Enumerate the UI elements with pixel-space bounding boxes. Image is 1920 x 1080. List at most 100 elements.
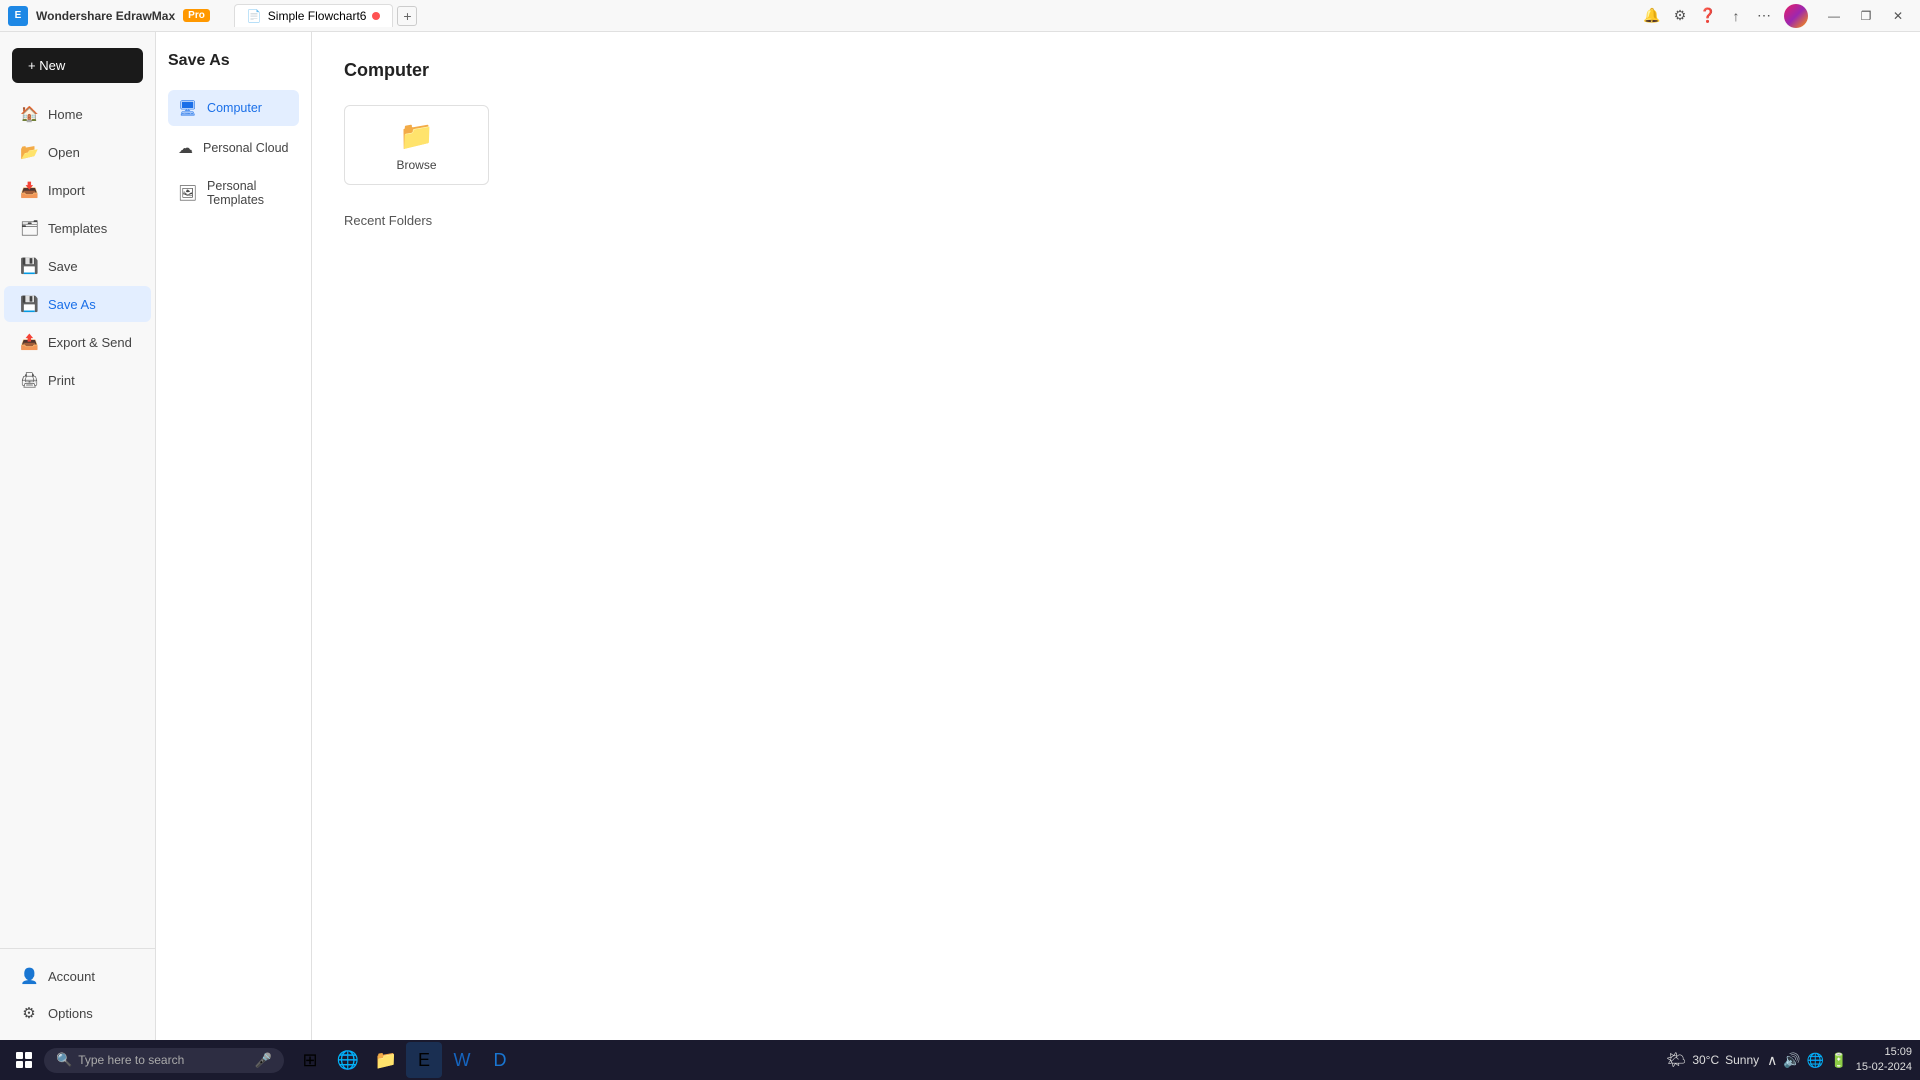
sidebar-item-open[interactable]: 📂 Open xyxy=(4,134,151,170)
sidebar-label-save: Save xyxy=(48,259,78,274)
sidebar: + New 🏠 Home 📂 Open 📥 Import 🗂 Templates… xyxy=(0,32,156,1040)
share-icon[interactable]: ↑ xyxy=(1728,8,1744,24)
save-as-icon: 💾 xyxy=(20,295,38,313)
open-icon: 📂 xyxy=(20,143,38,161)
restore-button[interactable]: ❐ xyxy=(1852,2,1880,30)
options-icon: ⚙ xyxy=(20,1004,38,1022)
sidebar-item-import[interactable]: 📥 Import xyxy=(4,172,151,208)
weather-icon: 🌤 xyxy=(1666,1050,1686,1070)
sidebar-label-home: Home xyxy=(48,107,83,122)
clock-date: 15-02-2024 xyxy=(1856,1060,1912,1075)
computer-icon: 🖥 xyxy=(178,99,197,117)
sidebar-item-export[interactable]: 📤 Export & Send xyxy=(4,324,151,360)
tab-icon: 📄 xyxy=(247,9,262,23)
print-icon: 🖨 xyxy=(20,371,38,389)
taskbar-explorer[interactable]: 📁 xyxy=(368,1042,404,1078)
sidebar-label-templates: Templates xyxy=(48,221,107,236)
window-controls: — ❐ ✕ xyxy=(1820,2,1912,30)
taskbar-task-view[interactable]: ⊞ xyxy=(292,1042,328,1078)
sidebar-label-import: Import xyxy=(48,183,85,198)
taskbar-right: 🌤 30°C Sunny ∧ 🔊 🌐 🔋 15:09 15-02-2024 xyxy=(1666,1045,1912,1076)
account-icon: 👤 xyxy=(20,967,38,985)
save-option-personal-cloud[interactable]: ☁ Personal Cloud xyxy=(168,130,299,166)
sidebar-item-account[interactable]: 👤 Account xyxy=(4,958,151,994)
more-icon[interactable]: ⋯ xyxy=(1756,8,1772,24)
tab-label: Simple Flowchart6 xyxy=(268,9,367,23)
weather-widget: 🌤 30°C Sunny xyxy=(1666,1050,1759,1070)
help-icon[interactable]: ❓ xyxy=(1700,8,1716,24)
search-placeholder-text: Type here to search xyxy=(78,1053,184,1067)
tab-flowchart[interactable]: 📄 Simple Flowchart6 xyxy=(234,4,394,27)
volume-icon[interactable]: 🔊 xyxy=(1783,1052,1800,1069)
save-option-personal-templates[interactable]: 🖼 Personal Templates xyxy=(168,170,299,216)
pro-badge: Pro xyxy=(183,9,210,22)
sidebar-label-account: Account xyxy=(48,969,95,984)
battery-icon[interactable]: 🔋 xyxy=(1830,1052,1847,1069)
titlebar-right: 🔔 ⚙ ❓ ↑ ⋯ — ❐ ✕ xyxy=(1644,2,1912,30)
recent-folders-label: Recent Folders xyxy=(344,213,1888,228)
weather-temp: 30°C xyxy=(1692,1053,1719,1067)
start-button[interactable] xyxy=(8,1044,40,1076)
save-option-computer-label: Computer xyxy=(207,101,262,115)
taskbar-apps: ⊞ 🌐 📁 E W D xyxy=(292,1042,518,1078)
search-icon: 🔍 xyxy=(56,1052,72,1068)
titlebar-left: E Wondershare EdrawMax Pro 📄 Simple Flow… xyxy=(8,4,417,27)
content-area: Computer 📁 Browse Recent Folders xyxy=(312,32,1920,1040)
start-icon xyxy=(16,1052,32,1068)
sidebar-label-print: Print xyxy=(48,373,75,388)
browse-card[interactable]: 📁 Browse xyxy=(344,105,489,185)
browse-label: Browse xyxy=(396,158,436,172)
weather-condition: Sunny xyxy=(1725,1053,1759,1067)
avatar[interactable] xyxy=(1784,4,1808,28)
chevron-icon[interactable]: ∧ xyxy=(1767,1052,1777,1069)
close-button[interactable]: ✕ xyxy=(1884,2,1912,30)
taskbar-edge[interactable]: 🌐 xyxy=(330,1042,366,1078)
browse-folder-icon: 📁 xyxy=(399,119,434,152)
app-icon: E xyxy=(8,6,28,26)
sidebar-label-options: Options xyxy=(48,1006,93,1021)
cloud-icon: ☁ xyxy=(178,139,193,157)
templates-icon: 🗂 xyxy=(20,219,38,237)
clock-time: 15:09 xyxy=(1856,1045,1912,1060)
save-option-computer[interactable]: 🖥 Computer xyxy=(168,90,299,126)
taskbar-draw[interactable]: D xyxy=(482,1042,518,1078)
taskbar-search[interactable]: 🔍 Type here to search 🎤 xyxy=(44,1048,284,1073)
tab-bar: 📄 Simple Flowchart6 + xyxy=(234,4,418,27)
personal-templates-icon: 🖼 xyxy=(178,184,197,202)
sidebar-bottom: 👤 Account ⚙ Options xyxy=(0,948,155,1032)
taskbar: 🔍 Type here to search 🎤 ⊞ 🌐 📁 E W D 🌤 30… xyxy=(0,1040,1920,1080)
settings-icon[interactable]: ⚙ xyxy=(1672,8,1688,24)
taskbar-word[interactable]: W xyxy=(444,1042,480,1078)
import-icon: 📥 xyxy=(20,181,38,199)
system-clock[interactable]: 15:09 15-02-2024 xyxy=(1856,1045,1912,1076)
content-title: Computer xyxy=(344,60,1888,81)
sidebar-item-options[interactable]: ⚙ Options xyxy=(4,995,151,1031)
save-option-templates-label: Personal Templates xyxy=(207,179,289,207)
home-icon: 🏠 xyxy=(20,105,38,123)
app-title: Wondershare EdrawMax xyxy=(36,9,175,23)
save-as-panel-title: Save As xyxy=(168,52,299,70)
system-tray: ∧ 🔊 🌐 🔋 xyxy=(1767,1052,1848,1069)
notification-icon[interactable]: 🔔 xyxy=(1644,8,1660,24)
sidebar-label-save-as: Save As xyxy=(48,297,96,312)
minimize-button[interactable]: — xyxy=(1820,2,1848,30)
tab-close-dot xyxy=(372,12,380,20)
sidebar-item-print[interactable]: 🖨 Print xyxy=(4,362,151,398)
tab-add-button[interactable]: + xyxy=(397,6,417,26)
sidebar-item-templates[interactable]: 🗂 Templates xyxy=(4,210,151,246)
main-container: + New 🏠 Home 📂 Open 📥 Import 🗂 Templates… xyxy=(0,32,1920,1040)
save-icon: 💾 xyxy=(20,257,38,275)
save-option-cloud-label: Personal Cloud xyxy=(203,141,288,155)
network-icon[interactable]: 🌐 xyxy=(1807,1052,1824,1069)
sidebar-item-save-as[interactable]: 💾 Save As xyxy=(4,286,151,322)
new-button[interactable]: + New xyxy=(12,48,143,83)
titlebar: E Wondershare EdrawMax Pro 📄 Simple Flow… xyxy=(0,0,1920,32)
cortana-icon: 🎤 xyxy=(255,1052,272,1069)
sidebar-item-home[interactable]: 🏠 Home xyxy=(4,96,151,132)
sidebar-label-export: Export & Send xyxy=(48,335,132,350)
export-icon: 📤 xyxy=(20,333,38,351)
sidebar-label-open: Open xyxy=(48,145,80,160)
sidebar-item-save[interactable]: 💾 Save xyxy=(4,248,151,284)
save-as-panel: Save As 🖥 Computer ☁ Personal Cloud 🖼 Pe… xyxy=(156,32,312,1040)
taskbar-edraw[interactable]: E xyxy=(406,1042,442,1078)
